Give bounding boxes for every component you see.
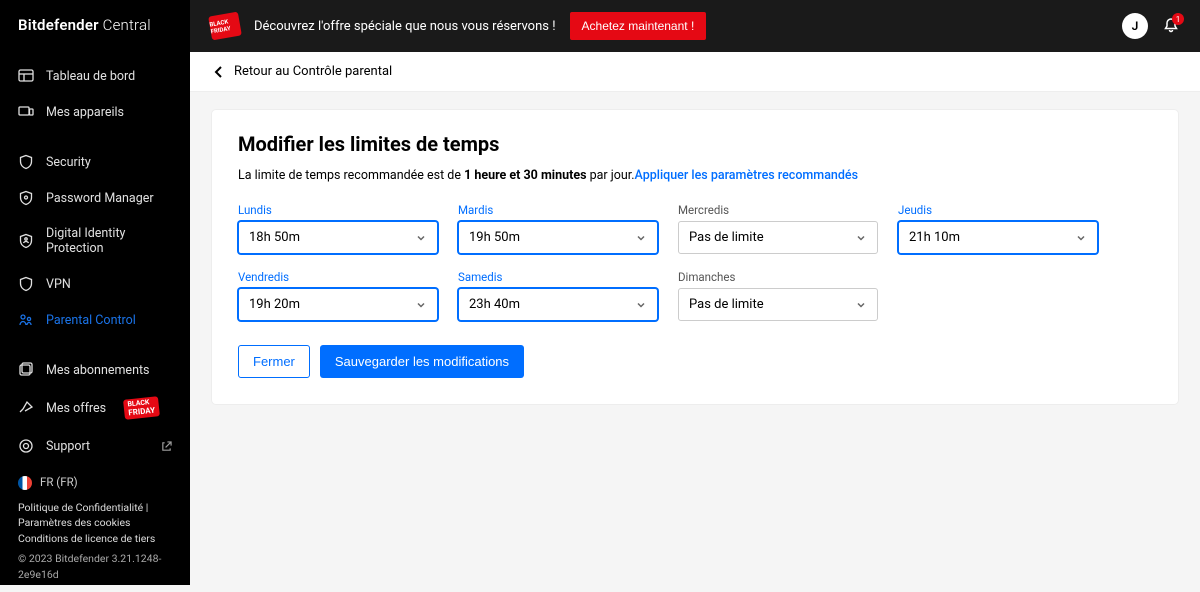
lock-icon xyxy=(18,190,34,206)
day-value: Pas de limite xyxy=(689,297,764,312)
parental-icon xyxy=(18,312,34,328)
sidebar-item-devices[interactable]: Mes appareils xyxy=(0,94,190,130)
day-dropdown[interactable]: 19h 50m xyxy=(458,221,658,254)
save-button[interactable]: Sauvegarder les modifications xyxy=(320,345,524,378)
day-dropdown[interactable]: 23h 40m xyxy=(458,288,658,321)
day-limit-6: Dimanches Pas de limite xyxy=(678,270,878,321)
day-label: Mercredis xyxy=(678,203,878,217)
action-buttons: Fermer Sauvegarder les modifications xyxy=(238,345,1152,378)
day-label: Vendredis xyxy=(238,270,438,284)
language-selector[interactable]: FR (FR) xyxy=(18,474,172,491)
vpn-icon xyxy=(18,276,34,292)
day-dropdown[interactable]: Pas de limite xyxy=(678,288,878,321)
day-limit-2: Mercredis Pas de limite xyxy=(678,203,878,254)
days-grid: Lundis 18h 50m Mardis 19h 50m Mercredis Pas d… xyxy=(238,203,1152,321)
sidebar-item-label: Support xyxy=(46,439,90,454)
brand-suffix: Central xyxy=(103,16,151,34)
sidebar-item-label: Mes abonnements xyxy=(46,363,150,378)
breadcrumb[interactable]: Retour au Contrôle parental xyxy=(190,52,1200,92)
sidebar-item-label: Mes appareils xyxy=(46,105,124,120)
close-button[interactable]: Fermer xyxy=(238,345,310,378)
brand-logo: Bitdefender Central xyxy=(0,0,190,48)
sidebar-item-support[interactable]: Support xyxy=(0,428,190,464)
sidebar-item-vpn[interactable]: VPN xyxy=(0,266,190,302)
subscriptions-icon xyxy=(18,362,34,378)
sidebar-item-label: Tableau de bord xyxy=(46,69,135,84)
flag-icon xyxy=(18,476,32,490)
day-label: Mardis xyxy=(458,203,658,217)
copyright: © 2023 Bitdefender 3.21.1248-2e9e16d xyxy=(18,551,172,583)
day-dropdown[interactable]: Pas de limite xyxy=(678,221,878,254)
sidebar: Bitdefender Central Tableau de bord Mes … xyxy=(0,0,190,585)
day-value: 23h 40m xyxy=(469,297,520,312)
sidebar-item-identity[interactable]: Digital Identity Protection xyxy=(0,216,190,266)
apply-recommended-link[interactable]: Appliquer les paramètres recommandés xyxy=(635,168,859,183)
day-value: Pas de limite xyxy=(689,230,764,245)
footer-link-privacy[interactable]: Politique de Confidentialité xyxy=(18,500,172,516)
topbar: BLACK FRIDAY Découvrez l'offre spéciale … xyxy=(190,0,1200,52)
day-value: 19h 20m xyxy=(249,297,300,312)
chevron-down-icon xyxy=(635,299,647,311)
day-value: 18h 50m xyxy=(249,230,300,245)
sidebar-item-label: Security xyxy=(46,155,91,170)
day-limit-5: Samedis 23h 40m xyxy=(458,270,658,321)
buy-now-button[interactable]: Achetez maintenant ! xyxy=(570,12,707,40)
chevron-down-icon xyxy=(415,232,427,244)
promo-text: Découvrez l'offre spéciale que nous vous… xyxy=(254,19,556,34)
sidebar-item-password-manager[interactable]: Password Manager xyxy=(0,180,190,216)
day-dropdown[interactable]: 18h 50m xyxy=(238,221,438,254)
chevron-down-icon xyxy=(1075,232,1087,244)
external-link-icon xyxy=(161,441,172,452)
chevron-down-icon xyxy=(855,232,867,244)
dashboard-icon xyxy=(18,68,34,84)
sidebar-item-label: Password Manager xyxy=(46,191,154,206)
chevron-down-icon xyxy=(855,299,867,311)
day-dropdown[interactable]: 19h 20m xyxy=(238,288,438,321)
identity-icon xyxy=(18,233,34,249)
day-dropdown[interactable]: 21h 10m xyxy=(898,221,1098,254)
day-label: Dimanches xyxy=(678,270,878,284)
sidebar-item-parental-control[interactable]: Parental Control xyxy=(0,302,190,338)
sidebar-item-security[interactable]: Security xyxy=(0,144,190,180)
sidebar-item-offers[interactable]: Mes offres BLACK FRIDAY xyxy=(0,388,190,428)
recommendation-line: La limite de temps recommandée est de 1 … xyxy=(238,168,1152,183)
sidebar-item-label: Mes offres xyxy=(46,401,106,416)
breadcrumb-label: Retour au Contrôle parental xyxy=(234,64,392,79)
day-limit-4: Vendredis 19h 20m xyxy=(238,270,438,321)
sidebar-item-label: VPN xyxy=(46,277,71,292)
blackfriday-icon: BLACK FRIDAY xyxy=(208,12,242,41)
notification-count: 1 xyxy=(1172,13,1184,25)
sidebar-footer: FR (FR) Politique de Confidentialité Par… xyxy=(0,464,190,592)
shield-icon xyxy=(18,154,34,170)
sidebar-nav: Tableau de bord Mes appareils Security xyxy=(0,48,190,464)
sidebar-item-subscriptions[interactable]: Mes abonnements xyxy=(0,352,190,388)
notifications-button[interactable]: 1 xyxy=(1162,17,1180,35)
page-title: Modifier les limites de temps xyxy=(238,132,1152,156)
day-limit-0: Lundis 18h 50m xyxy=(238,203,438,254)
footer-link-licence[interactable]: Conditions de licence de tiers xyxy=(18,531,172,547)
time-limits-card: Modifier les limites de temps La limite … xyxy=(212,110,1178,404)
day-value: 21h 10m xyxy=(909,230,960,245)
devices-icon xyxy=(18,104,34,120)
day-label: Lundis xyxy=(238,203,438,217)
day-limit-3: Jeudis 21h 10m xyxy=(898,203,1098,254)
sidebar-item-label: Parental Control xyxy=(46,313,136,328)
brand-name: Bitdefender xyxy=(18,16,99,34)
sidebar-item-dashboard[interactable]: Tableau de bord xyxy=(0,58,190,94)
sidebar-item-label: Digital Identity Protection xyxy=(46,226,172,256)
avatar[interactable]: J xyxy=(1122,13,1148,39)
day-label: Samedis xyxy=(458,270,658,284)
chevron-down-icon xyxy=(635,232,647,244)
day-limit-1: Mardis 19h 50m xyxy=(458,203,658,254)
offers-icon xyxy=(18,400,34,416)
main-area: BLACK FRIDAY Découvrez l'offre spéciale … xyxy=(190,0,1200,585)
chevron-down-icon xyxy=(415,299,427,311)
blackfriday-badge: BLACK FRIDAY xyxy=(123,396,160,420)
chevron-left-icon xyxy=(212,65,226,79)
footer-link-cookies[interactable]: Paramètres des cookies xyxy=(18,515,172,531)
support-icon xyxy=(18,438,34,454)
day-value: 19h 50m xyxy=(469,230,520,245)
day-label: Jeudis xyxy=(898,203,1098,217)
